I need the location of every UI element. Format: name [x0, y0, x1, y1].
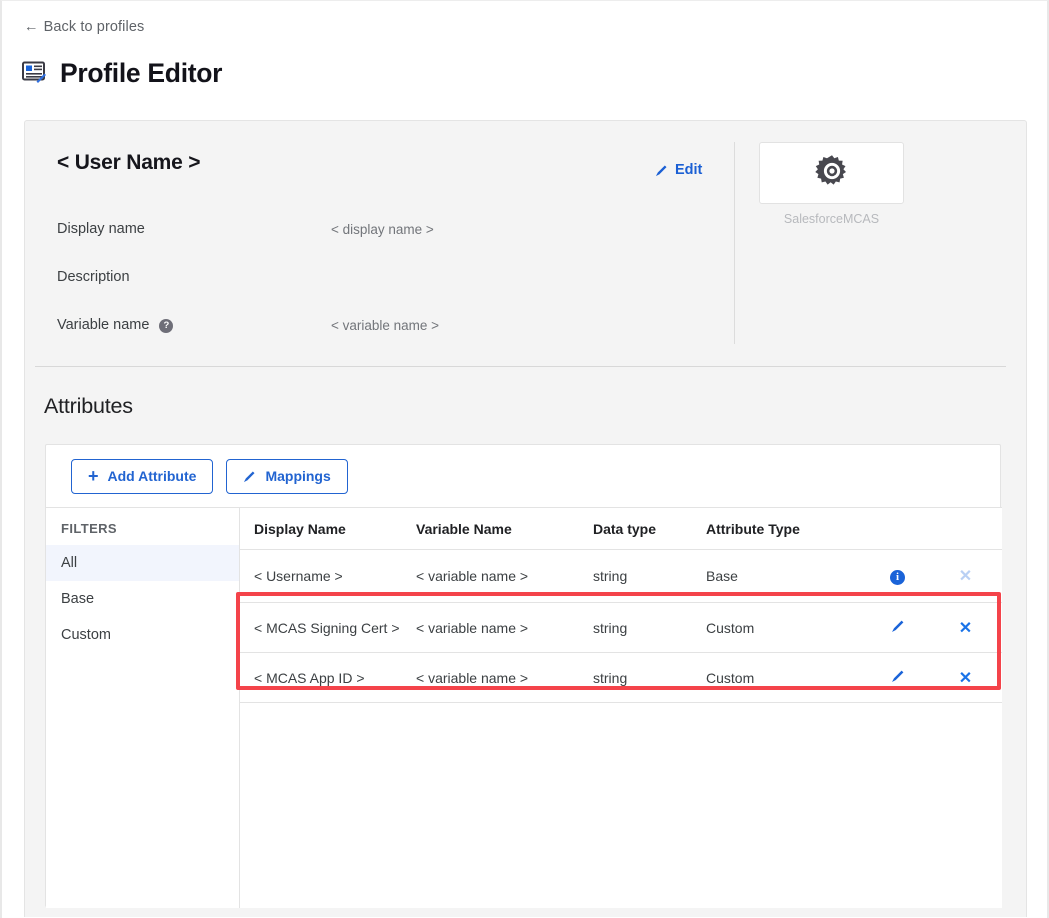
attributes-table-wrap: Display Name Variable Name Data type Att…	[240, 507, 1002, 908]
close-icon: ✕	[959, 568, 972, 585]
cell-attribute-type: Custom	[706, 603, 866, 653]
cell-data-type: string	[593, 603, 706, 653]
info-icon[interactable]: i	[890, 570, 905, 585]
cell-action-close[interactable]: ✕	[929, 603, 1002, 653]
cell-display-name: < MCAS App ID >	[240, 653, 416, 703]
pencil-icon	[655, 164, 668, 177]
breadcrumb-label: Back to profiles	[44, 19, 145, 35]
pencil-icon	[243, 470, 256, 483]
profile-editor-page: ← Back to profiles Profile Editor < User…	[0, 0, 1049, 918]
attributes-toolbar: + Add Attribute Mappings	[46, 445, 1000, 507]
cell-variable-name: < variable name >	[416, 653, 593, 703]
cell-attribute-type: Base	[706, 550, 866, 603]
table-row[interactable]: < MCAS App ID > < variable name > string…	[240, 653, 1002, 703]
cell-action-edit[interactable]	[866, 653, 929, 703]
edit-label: Edit	[675, 162, 702, 178]
help-icon[interactable]: ?	[159, 319, 173, 333]
add-attribute-label: Add Attribute	[108, 468, 197, 484]
filter-item-base[interactable]: Base	[46, 581, 239, 617]
edit-profile-button[interactable]: Edit	[655, 162, 702, 178]
edit-pencil-icon[interactable]	[891, 619, 905, 633]
column-header-data-type: Data type	[593, 508, 706, 550]
column-header-action-1	[866, 508, 929, 550]
add-attribute-button[interactable]: + Add Attribute	[71, 459, 213, 494]
breadcrumb-back-to-profiles[interactable]: ← Back to profiles	[24, 19, 144, 35]
horizontal-divider	[35, 366, 1006, 367]
table-row[interactable]: < Username > < variable name > string Ba…	[240, 550, 1002, 603]
field-value-display-name: < display name >	[331, 222, 434, 237]
field-label-display-name: Display name	[57, 221, 145, 237]
cell-variable-name: < variable name >	[416, 550, 593, 603]
profile-user-name: < User Name >	[57, 151, 200, 175]
gear-icon	[814, 153, 850, 194]
field-value-variable-name: < variable name >	[331, 318, 439, 333]
app-logo-tile	[759, 142, 904, 204]
field-label-variable-name-text: Variable name	[57, 317, 149, 333]
cell-attribute-type: Custom	[706, 653, 866, 703]
column-header-attribute-type: Attribute Type	[706, 508, 866, 550]
app-logo-caption: SalesforceMCAS	[759, 212, 904, 226]
column-header-display-name: Display Name	[240, 508, 416, 550]
profile-editor-icon	[22, 61, 50, 87]
filter-item-all[interactable]: All	[46, 545, 239, 581]
cell-data-type: string	[593, 550, 706, 603]
cell-action-info[interactable]: i	[866, 550, 929, 603]
attributes-table-card: + Add Attribute Mappings FILTERS All Bas…	[45, 444, 1001, 907]
filter-item-custom[interactable]: Custom	[46, 617, 239, 653]
table-row[interactable]: < MCAS Signing Cert > < variable name > …	[240, 603, 1002, 653]
edit-pencil-icon[interactable]	[891, 669, 905, 683]
column-header-action-2	[929, 508, 1002, 550]
column-header-variable-name: Variable Name	[416, 508, 593, 550]
table-header-row: Display Name Variable Name Data type Att…	[240, 508, 1002, 550]
cell-action-edit[interactable]	[866, 603, 929, 653]
back-arrow-icon: ←	[24, 20, 39, 35]
filters-panel: FILTERS All Base Custom	[46, 507, 240, 908]
cell-action-close: ✕	[929, 550, 1002, 603]
vertical-divider	[734, 142, 735, 344]
field-label-variable-name: Variable name?	[57, 317, 173, 333]
attributes-heading: Attributes	[44, 394, 133, 419]
cell-data-type: string	[593, 653, 706, 703]
cell-variable-name: < variable name >	[416, 603, 593, 653]
mappings-button[interactable]: Mappings	[226, 459, 347, 494]
filters-title: FILTERS	[46, 508, 239, 545]
attributes-table: Display Name Variable Name Data type Att…	[240, 508, 1002, 703]
cell-action-close[interactable]: ✕	[929, 653, 1002, 703]
page-title-row: Profile Editor	[22, 58, 222, 89]
mappings-label: Mappings	[265, 468, 330, 484]
field-label-description: Description	[57, 269, 130, 285]
cell-display-name: < Username >	[240, 550, 416, 603]
cell-display-name: < MCAS Signing Cert >	[240, 603, 416, 653]
page-title: Profile Editor	[60, 58, 222, 89]
profile-card: < User Name > Edit Display name < displa…	[24, 120, 1027, 917]
